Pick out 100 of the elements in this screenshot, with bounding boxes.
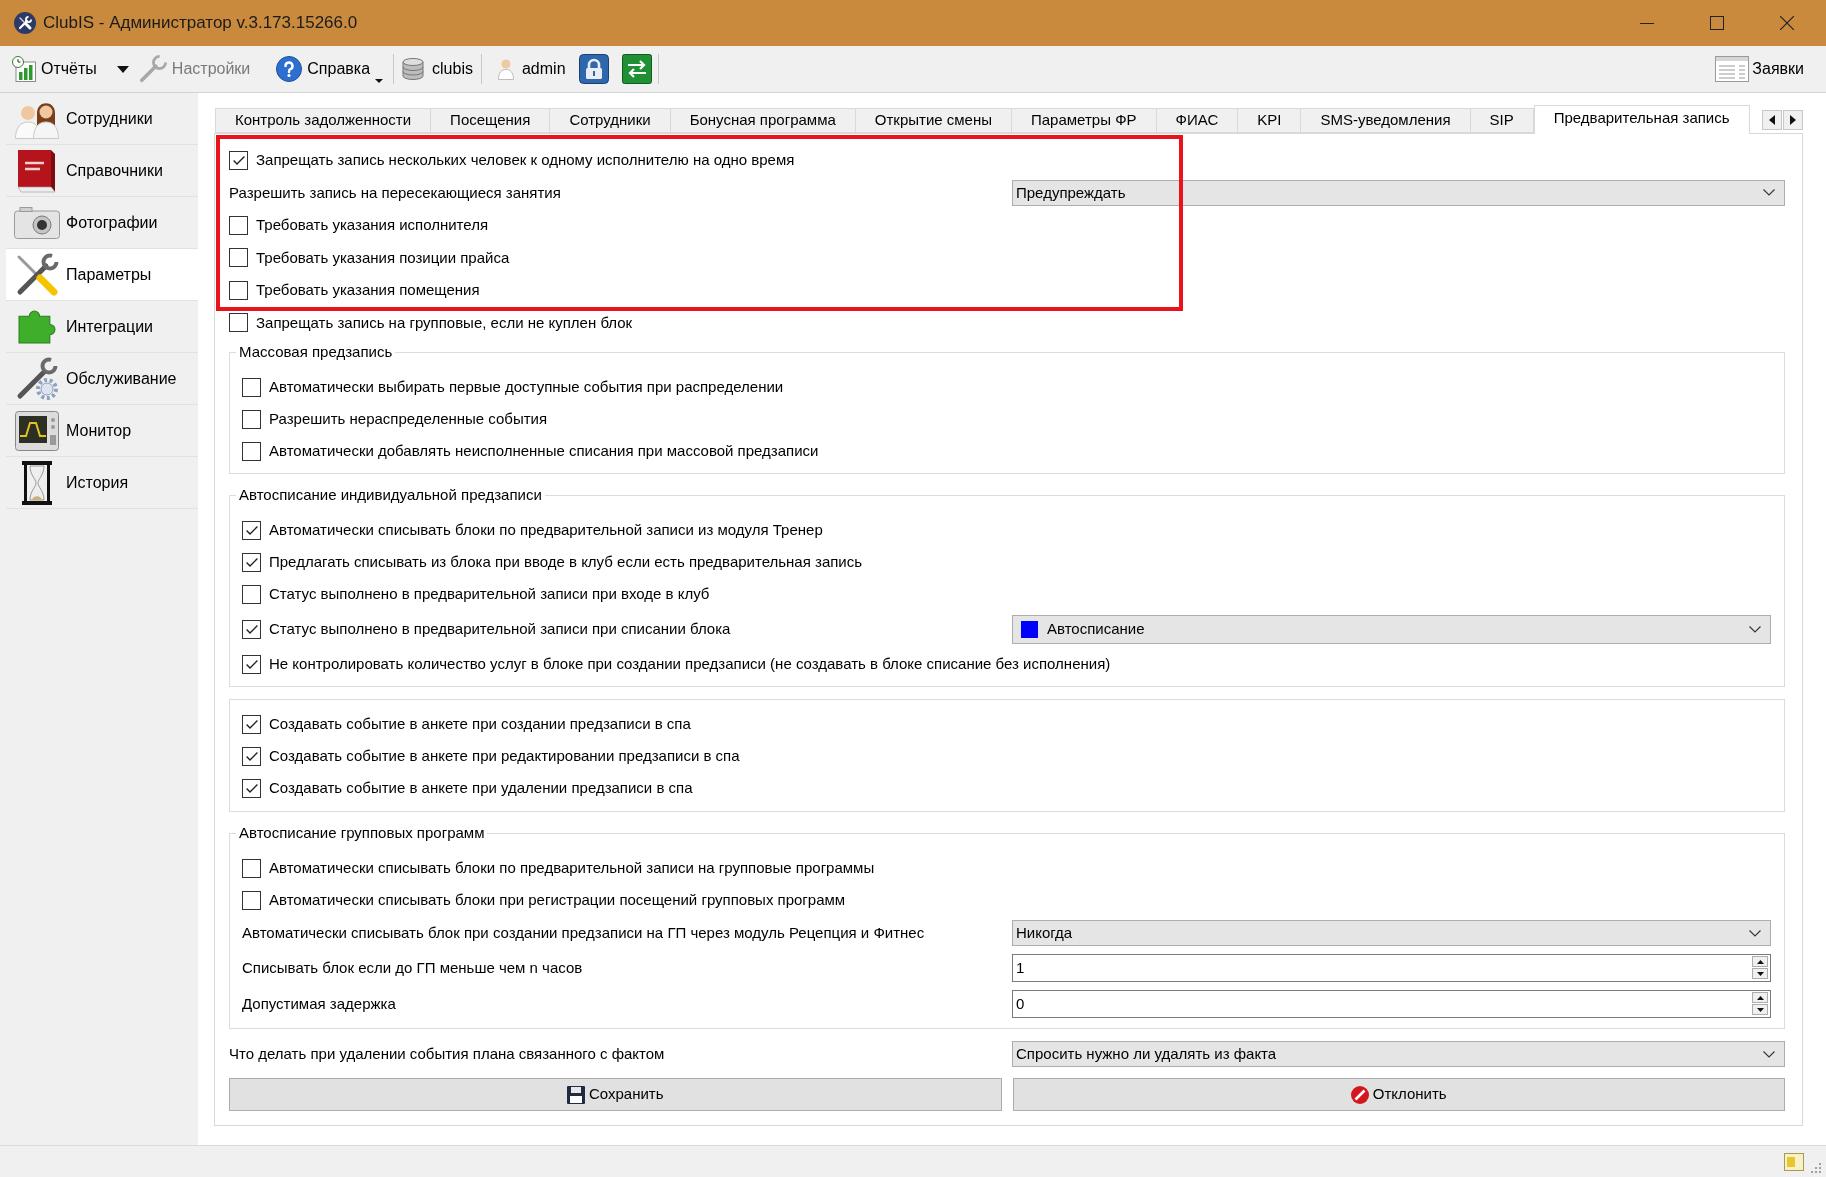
checkbox[interactable]: [242, 714, 261, 734]
prohibited-icon: [1350, 1085, 1369, 1104]
sidebar-item[interactable]: Параметры: [6, 249, 198, 301]
bar-chart-icon: [12, 56, 36, 82]
option-label[interactable]: Автоматически списывать блоки при регистрации посещений групповых программ: [269, 888, 846, 912]
group-title: Автосписание групповых программ: [238, 824, 486, 842]
checkbox[interactable]: [242, 377, 261, 397]
option-label[interactable]: Автоматически списывать блоки по предварительной записи из модуля Тренер: [269, 518, 823, 542]
triangle-left-icon: [1769, 115, 1775, 125]
database-name: clubis: [432, 59, 473, 79]
spin-up-button[interactable]: [1752, 992, 1768, 1003]
save-button[interactable]: Сохранить: [229, 1078, 1002, 1111]
maximize-icon: [1710, 16, 1724, 30]
group-title: Массовая предзапись: [238, 343, 394, 361]
toolbar-button[interactable]: Отчёты: [8, 51, 101, 87]
tab[interactable]: Контроль задолженности: [215, 108, 432, 133]
hourglass-icon: [22, 460, 52, 505]
lock-button[interactable]: [578, 54, 609, 84]
spin-down-button[interactable]: [1752, 968, 1768, 979]
checkbox[interactable]: [242, 409, 261, 429]
tools-icon: [15, 252, 59, 297]
checkbox[interactable]: [242, 552, 261, 572]
checkbox[interactable]: [242, 858, 261, 878]
minimize-icon: [1640, 22, 1654, 24]
checkbox[interactable]: [242, 654, 261, 674]
checkbox[interactable]: [242, 520, 261, 540]
checkmark-icon: [245, 751, 258, 761]
option-label[interactable]: Создавать событие в анкете при редактировании предзаписи в спа: [269, 744, 740, 768]
spin-up-button[interactable]: [1752, 956, 1768, 967]
option-label[interactable]: Требовать указания исполнителя: [256, 214, 489, 237]
triangle-up-icon: [1756, 995, 1764, 1000]
option-label[interactable]: Автоматически выбирать первые доступные события при распределении: [269, 375, 784, 399]
book-icon: [18, 148, 56, 193]
option-label[interactable]: Создавать событие в анкете при удалении предзаписи в спа: [269, 776, 693, 800]
caret-down-icon: [375, 79, 384, 83]
option-label[interactable]: Автоматически добавлять неисполненные списания при массовой предзаписи: [269, 439, 819, 463]
option-label[interactable]: Запрещать запись нескольких человек к одному исполнителю на одно время: [256, 149, 795, 172]
dropdown[interactable]: Автосписание: [1012, 614, 1771, 644]
number-field[interactable]: 0: [1012, 990, 1771, 1018]
checkmark-icon: [245, 783, 258, 793]
tab-scroll-right-button[interactable]: [1783, 110, 1803, 130]
wrench-icon: [138, 55, 167, 83]
number-field[interactable]: 1: [1012, 954, 1771, 982]
option-label[interactable]: Не контролировать количество услуг в блоке при создании предзаписи (не создавать в блоке списание без исполнения): [269, 652, 1111, 676]
tab[interactable]: Сотрудники: [550, 108, 671, 133]
dropdown[interactable]: Предупреждать: [1012, 179, 1785, 206]
checkbox[interactable]: [229, 280, 248, 300]
field-label: Списывать блок если до ГП меньше чем n часов: [242, 957, 584, 978]
option-label[interactable]: Предлагать списывать из блока при вводе в клуб если есть предварительная запись: [269, 550, 863, 574]
option-label[interactable]: Разрешить нераспределенные события: [269, 407, 548, 431]
checkbox[interactable]: [229, 313, 248, 333]
option-label[interactable]: Создавать событие в анкете при создании предзаписи в спа: [269, 712, 691, 736]
triangle-up-icon: [1756, 959, 1764, 964]
option-label[interactable]: Автоматически списывать блоки по предварительной записи на групповые программы: [269, 856, 875, 880]
tab[interactable]: KPI: [1238, 108, 1302, 133]
checkmark-icon: [245, 659, 258, 669]
option-label[interactable]: Требовать указания помещения: [256, 279, 480, 302]
dropdown[interactable]: Спросить нужно ли удалять из факта: [1012, 1041, 1785, 1067]
option-label[interactable]: Требовать указания позиции прайса: [256, 246, 510, 269]
tab[interactable]: SMS-уведомления: [1301, 108, 1471, 133]
checkmark-icon: [245, 557, 258, 567]
tab[interactable]: SIP: [1470, 108, 1534, 133]
resize-grip-icon: [1810, 1161, 1822, 1174]
checkmark-icon: [245, 525, 258, 535]
checkbox[interactable]: [242, 441, 261, 461]
tab-scroll-left-button[interactable]: [1762, 110, 1782, 130]
monitor-icon: [15, 410, 59, 451]
toolbar-button[interactable]: Заявки: [1715, 51, 1804, 87]
checkbox[interactable]: [229, 150, 248, 170]
checkbox[interactable]: [242, 746, 261, 766]
switch-user-button[interactable]: [621, 54, 652, 84]
field-label: Разрешить запись на пересекающиеся занятия: [229, 182, 562, 203]
chevron-down-icon: [1749, 625, 1761, 633]
tab[interactable]: Открытие смены: [855, 108, 1012, 133]
tab[interactable]: Предварительная запись: [1533, 105, 1750, 134]
checkbox[interactable]: [229, 248, 248, 268]
option-label[interactable]: Статус выполнено в предварительной записи при входе в клуб: [269, 582, 710, 606]
field-label: Допустимая задержка: [242, 993, 397, 1014]
checkmark-icon: [232, 155, 245, 165]
tab[interactable]: Посещения: [431, 108, 551, 133]
close-icon: [1780, 16, 1794, 30]
tab[interactable]: Бонусная программа: [670, 108, 856, 133]
list-window-icon: [1715, 56, 1750, 82]
toolbar-button[interactable]: Справка: [272, 51, 388, 87]
checkmark-icon: [245, 624, 258, 634]
triangle-right-icon: [1790, 115, 1796, 125]
dropdown[interactable]: Никогда: [1012, 920, 1771, 946]
field-label: Что делать при удалении события плана связанного с фактом: [229, 1043, 666, 1064]
checkbox[interactable]: [242, 584, 261, 604]
checkbox[interactable]: [242, 778, 261, 798]
option-label[interactable]: Статус выполнено в предварительной записи при списании блока: [269, 617, 731, 641]
spin-down-button[interactable]: [1752, 1004, 1768, 1015]
cancel-button[interactable]: Отклонить: [1012, 1078, 1785, 1111]
checkbox[interactable]: [229, 215, 248, 235]
checkmark-icon: [245, 719, 258, 729]
checkbox[interactable]: [242, 890, 261, 910]
tab[interactable]: Параметры ФР: [1012, 108, 1157, 133]
tab[interactable]: ФИАС: [1156, 108, 1239, 133]
option-label[interactable]: Запрещать запись на групповые, если не куплен блок: [256, 311, 633, 334]
checkbox[interactable]: [242, 619, 261, 639]
